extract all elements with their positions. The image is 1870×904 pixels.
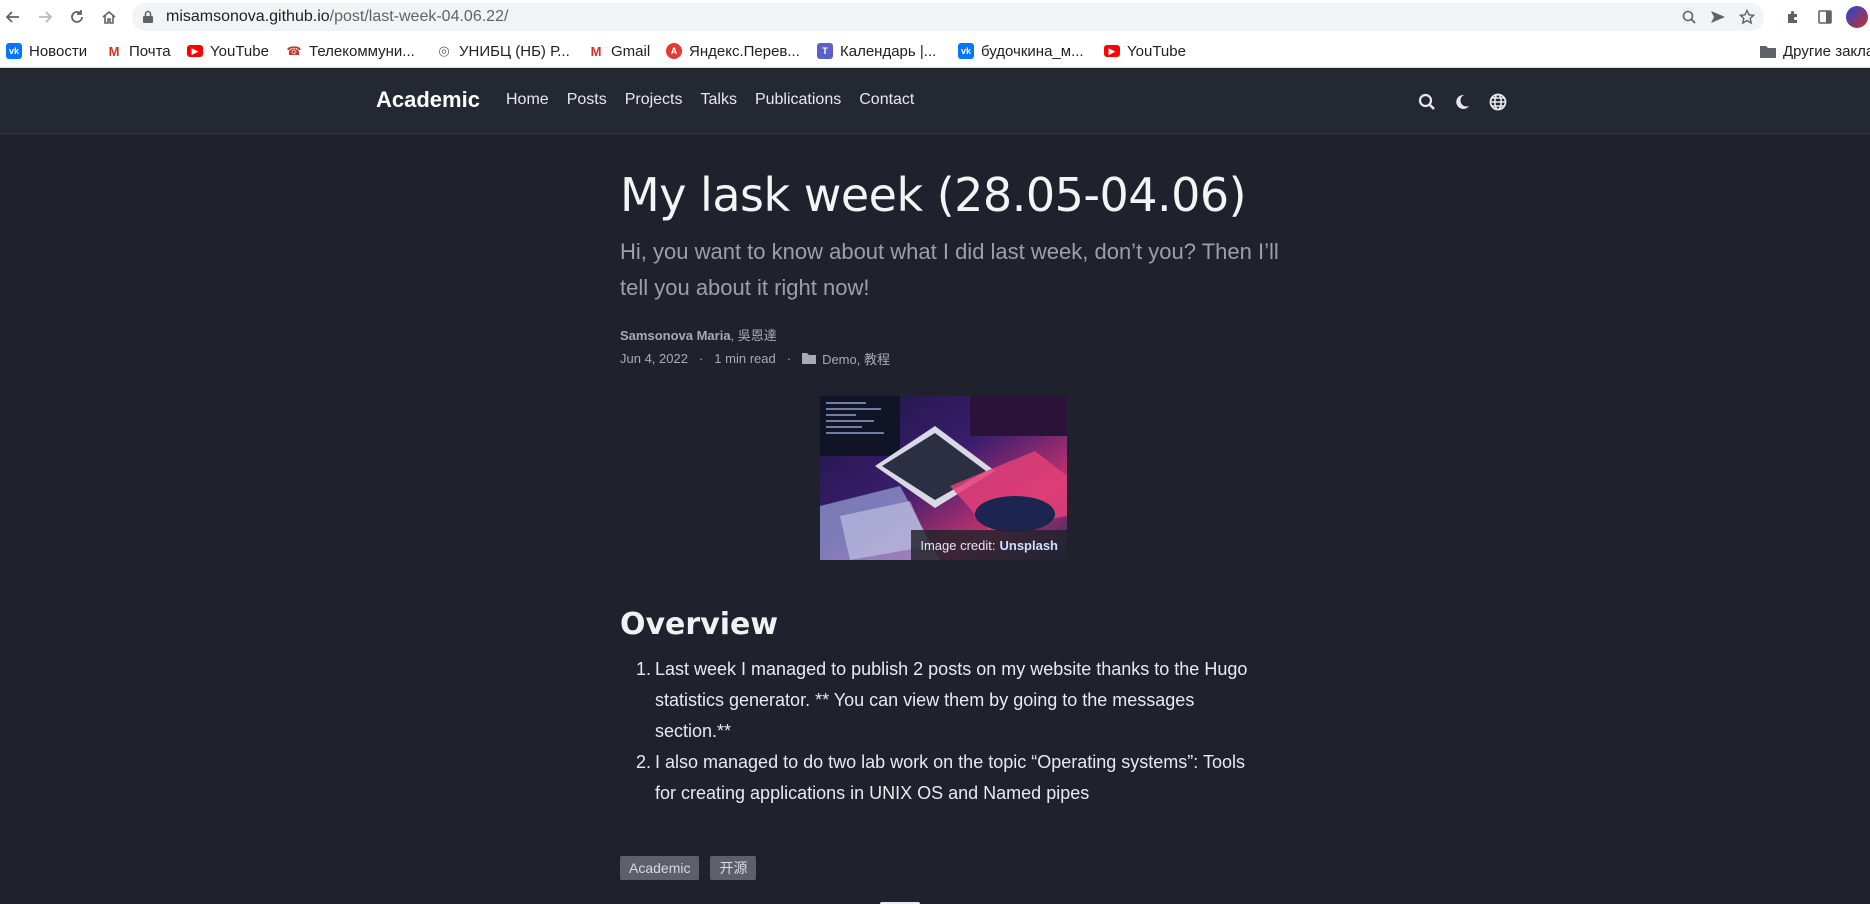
address-bar[interactable]: misamsonova.github.io/post/last-week-04.… bbox=[132, 3, 1764, 31]
bookmark-star-icon[interactable] bbox=[1737, 7, 1757, 27]
list-item: 1. Last week I managed to publish 2 post… bbox=[636, 659, 1248, 741]
bookmark-item[interactable]: M Gmail bbox=[588, 41, 650, 61]
clipped-content bbox=[880, 896, 960, 904]
article-date: Jun 4, 2022 bbox=[620, 351, 688, 366]
zoom-icon[interactable] bbox=[1679, 7, 1699, 27]
main-menu: Home Posts Projects Talks Publications C… bbox=[506, 91, 932, 109]
author-link[interactable]: Samsonova Maria bbox=[620, 328, 731, 343]
extensions-puzzle-icon[interactable] bbox=[1782, 6, 1804, 28]
url-text[interactable]: misamsonova.github.io/post/last-week-04.… bbox=[166, 8, 508, 26]
gmail-icon: M bbox=[588, 43, 604, 59]
profile-avatar[interactable] bbox=[1846, 6, 1868, 28]
lock-icon[interactable] bbox=[142, 10, 154, 29]
folder-icon bbox=[802, 353, 817, 364]
side-panel-icon[interactable] bbox=[1814, 6, 1836, 28]
reload-icon[interactable] bbox=[66, 6, 88, 28]
bookmark-item[interactable]: ◎ УНИБЦ (НБ) Р... bbox=[436, 41, 570, 61]
browser-toolbar: misamsonova.github.io/post/last-week-04.… bbox=[0, 0, 1870, 34]
article-metadata: Jun 4, 2022 · 1 min read · Demo, 教程 bbox=[620, 349, 890, 368]
nav-talks[interactable]: Talks bbox=[701, 91, 737, 109]
globe-icon: ◎ bbox=[436, 43, 452, 59]
bookmark-item[interactable]: vk будочкина_м... bbox=[958, 41, 1084, 61]
bookmark-item[interactable]: ▶ YouTube bbox=[187, 41, 269, 61]
language-globe-icon[interactable] bbox=[1487, 91, 1509, 113]
vk-icon: vk bbox=[6, 43, 22, 59]
article-categories[interactable]: Demo, 教程 bbox=[822, 349, 890, 368]
unsplash-link[interactable]: Unsplash bbox=[999, 538, 1058, 553]
nav-contact[interactable]: Contact bbox=[859, 91, 914, 109]
section-heading: Overview bbox=[620, 607, 779, 642]
nav-publications[interactable]: Publications bbox=[755, 91, 841, 109]
bookmark-item[interactable]: A Яндекс.Перев... bbox=[666, 41, 800, 61]
folder-icon bbox=[1760, 43, 1776, 59]
site-navbar: Academic Home Posts Projects Talks Publi… bbox=[0, 69, 1870, 135]
bookmark-item[interactable]: ▶ YouTube bbox=[1104, 41, 1186, 61]
tag-open-source[interactable]: 开源 bbox=[710, 856, 757, 880]
tag-academic[interactable]: Academic bbox=[620, 856, 700, 880]
bookmark-item[interactable]: ☎ Телекоммуни... bbox=[286, 41, 415, 61]
bookmark-item[interactable]: T Календарь |... bbox=[817, 41, 936, 61]
article-tags: Academic 开源 bbox=[620, 856, 757, 880]
teams-icon: T bbox=[817, 43, 833, 59]
featured-image: Image credit: Unsplash bbox=[820, 396, 1067, 560]
nav-projects[interactable]: Projects bbox=[625, 91, 683, 109]
other-bookmarks-folder[interactable]: Другие закла bbox=[1760, 41, 1870, 61]
youtube-icon: ▶ bbox=[187, 45, 203, 57]
bookmarks-bar: vk Новости M Почта ▶ YouTube ☎ Телекоммуни..… bbox=[0, 34, 1870, 68]
send-icon[interactable] bbox=[1708, 7, 1728, 27]
youtube-icon: ▶ bbox=[1104, 45, 1120, 57]
gmail-icon: M bbox=[106, 43, 122, 59]
list-item: 2. I also managed to do two lab work on … bbox=[636, 752, 1245, 803]
home-icon[interactable] bbox=[98, 6, 120, 28]
nav-posts[interactable]: Posts bbox=[567, 91, 607, 109]
telecom-icon: ☎ bbox=[286, 43, 302, 59]
site-brand[interactable]: Academic bbox=[376, 87, 480, 113]
dark-mode-moon-icon[interactable] bbox=[1451, 91, 1473, 113]
forward-arrow-icon[interactable] bbox=[34, 6, 56, 28]
vk-icon: vk bbox=[958, 43, 974, 59]
reading-time: 1 min read bbox=[714, 351, 776, 366]
nav-home[interactable]: Home bbox=[506, 91, 549, 109]
yandex-translate-icon: A bbox=[666, 43, 682, 59]
overview-list: 1. Last week I managed to publish 2 post… bbox=[620, 654, 1260, 809]
bookmark-item[interactable]: M Почта bbox=[106, 41, 171, 61]
image-credit: Image credit: Unsplash bbox=[911, 530, 1067, 560]
meta-separator: · bbox=[698, 351, 704, 366]
article-summary: Hi, you want to know about what I did la… bbox=[620, 239, 1279, 300]
search-icon[interactable] bbox=[1416, 91, 1438, 113]
bookmark-item[interactable]: vk Новости bbox=[6, 41, 87, 61]
meta-separator: · bbox=[786, 351, 792, 366]
back-arrow-icon[interactable] bbox=[2, 6, 24, 28]
article-authors: Samsonova Maria, 吳恩達 bbox=[620, 328, 777, 343]
article-title: My lask week (28.05-04.06) bbox=[620, 168, 1247, 222]
